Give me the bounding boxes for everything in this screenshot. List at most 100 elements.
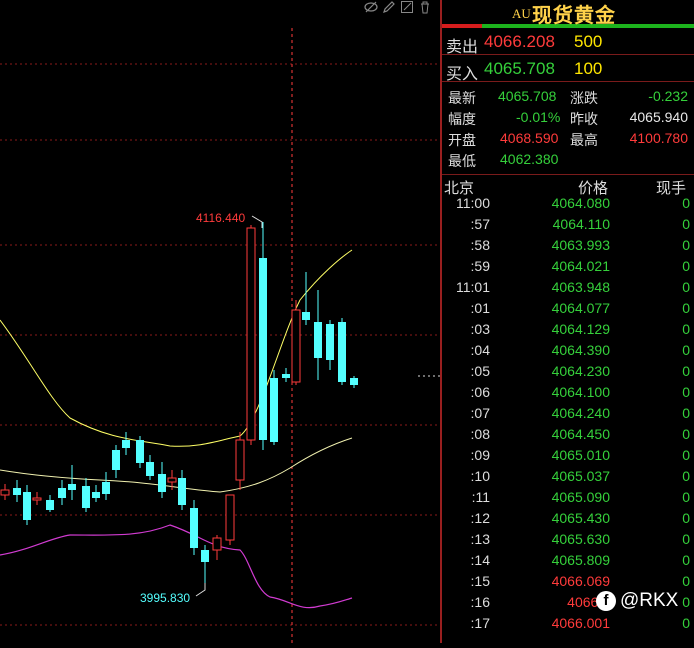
tick-volume: 0 — [682, 573, 690, 589]
candle-body-down — [146, 462, 154, 476]
prev-close-label: 昨收 — [570, 111, 598, 127]
ticks-header: 北京 价格 现手 — [442, 175, 694, 197]
tick-time: :08 — [470, 426, 490, 442]
pct-value: -0.01% — [516, 109, 561, 125]
tick-price: 4065.037 — [551, 468, 610, 484]
tick-row[interactable]: :58 4063.993 0 — [442, 237, 694, 258]
watermark: f @RKX — [596, 590, 678, 612]
candle-body-down — [326, 324, 334, 360]
tick-row[interactable]: :05 4064.230 0 — [442, 363, 694, 384]
prev-close-value: 4065.940 — [629, 109, 688, 125]
tick-price: 4065.010 — [551, 447, 610, 463]
tick-row[interactable]: :03 4064.129 0 — [442, 321, 694, 342]
tick-volume: 0 — [682, 447, 690, 463]
facebook-icon: f — [596, 590, 616, 611]
tick-row[interactable]: :07 4064.240 0 — [442, 405, 694, 426]
tick-price: 4066.001 — [551, 615, 610, 631]
candlestick-chart[interactable]: 4116.440 3995.830 — [0, 0, 440, 643]
tick-row[interactable]: :12 4065.430 0 — [442, 510, 694, 531]
tick-price: 4064.080 — [551, 195, 610, 211]
buy-row[interactable]: 买入 4065.708 100 — [442, 55, 694, 83]
buy-label: 买入 — [446, 66, 479, 83]
candle-body-down — [314, 322, 322, 358]
tick-price: 4065.090 — [551, 489, 610, 505]
buy-price: 4065.708 — [484, 59, 555, 78]
change-label: 涨跌 — [570, 90, 598, 106]
tick-row[interactable]: :09 4065.010 0 — [442, 447, 694, 468]
candle-body-down — [259, 258, 267, 440]
watermark-text: @RKX — [620, 590, 679, 611]
tick-row[interactable]: :11 4065.090 0 — [442, 489, 694, 510]
candle-body-down — [302, 312, 310, 320]
candle-body-up — [291, 309, 301, 383]
chart-canvas: 4116.440 3995.830 — [0, 28, 440, 643]
tick-volume: 0 — [682, 384, 690, 400]
tick-price: 4063.948 — [551, 279, 610, 295]
sell-label: 卖出 — [446, 39, 479, 56]
candle-body-down — [158, 474, 166, 492]
price-markers: 4116.440 3995.830 — [140, 211, 440, 605]
tick-volume: 0 — [682, 321, 690, 337]
candle-body-up — [246, 227, 256, 441]
tick-time: :04 — [470, 342, 490, 358]
tick-price: 4064.390 — [551, 342, 610, 358]
tick-volume: 0 — [682, 237, 690, 253]
tick-time: :58 — [470, 237, 490, 253]
tick-volume: 0 — [682, 489, 690, 505]
tick-row[interactable]: 11:01 4063.948 0 — [442, 279, 694, 300]
candle-body-down — [122, 440, 130, 448]
tick-volume: 0 — [682, 342, 690, 358]
last-value: 4065.708 — [498, 88, 557, 104]
tick-time: 11:00 — [456, 195, 490, 211]
candle-body-up — [32, 497, 42, 501]
high-arrow — [251, 215, 263, 228]
tick-row[interactable]: :01 4064.077 0 — [442, 300, 694, 321]
high-label: 最高 — [570, 132, 598, 148]
tick-price: 4064.450 — [551, 426, 610, 442]
symbol-name: 现货黄金 — [532, 5, 616, 27]
tick-row[interactable]: :04 4064.390 0 — [442, 342, 694, 363]
candle-body-down — [92, 492, 100, 498]
last-label: 最新 — [448, 90, 476, 106]
candle-body-down — [178, 478, 186, 505]
candle-body-down — [282, 374, 290, 378]
delete-icon[interactable] — [418, 0, 432, 14]
tick-volume: 0 — [682, 300, 690, 316]
candle-body-down — [102, 482, 110, 494]
tick-price: 4065.809 — [551, 552, 610, 568]
tick-row[interactable]: :59 4064.021 0 — [442, 258, 694, 279]
tick-row[interactable]: :08 4064.450 0 — [442, 426, 694, 447]
tick-row[interactable]: 11:00 4064.080 0 — [442, 195, 694, 216]
candle-body-down — [190, 508, 198, 548]
candle-body-up — [0, 489, 10, 496]
tick-row[interactable]: :57 4064.110 0 — [442, 216, 694, 237]
tick-row[interactable]: :06 4064.100 0 — [442, 384, 694, 405]
sell-price: 4066.208 — [484, 32, 555, 51]
tick-volume: 0 — [682, 258, 690, 274]
candle-body-down — [136, 440, 144, 463]
tick-row[interactable]: :10 4065.037 0 — [442, 468, 694, 489]
tick-row[interactable]: :13 4065.630 0 — [442, 531, 694, 552]
tick-row[interactable]: :14 4065.809 0 — [442, 552, 694, 573]
tick-volume: 0 — [682, 552, 690, 568]
tick-price: 4063.993 — [551, 237, 610, 253]
tick-price: 4064.110 — [552, 216, 610, 232]
tick-row[interactable]: :17 4066.001 0 — [442, 615, 694, 636]
tick-time: :06 — [470, 384, 490, 400]
sell-row[interactable]: 卖出 4066.208 500 — [442, 28, 694, 56]
tick-time: 11:01 — [456, 279, 490, 295]
tick-time: :57 — [470, 216, 490, 232]
low-arrow — [195, 583, 206, 597]
candle-body-down — [112, 450, 120, 470]
tick-volume: 0 — [682, 468, 690, 484]
edit-note-icon[interactable] — [400, 0, 414, 14]
candle-body-up — [235, 439, 245, 481]
pencil-icon[interactable] — [382, 0, 396, 14]
candle-body-down — [13, 488, 21, 495]
ticks-list[interactable]: 11:00 4064.080 0:57 4064.110 0:58 4063.993 0:5… — [442, 195, 694, 636]
bollinger-bands — [0, 249, 353, 609]
tick-volume: 0 — [682, 615, 690, 631]
eye-hidden-icon[interactable] — [364, 0, 378, 14]
buy-volume: 100 — [574, 59, 603, 78]
tick-time: :14 — [470, 552, 490, 568]
